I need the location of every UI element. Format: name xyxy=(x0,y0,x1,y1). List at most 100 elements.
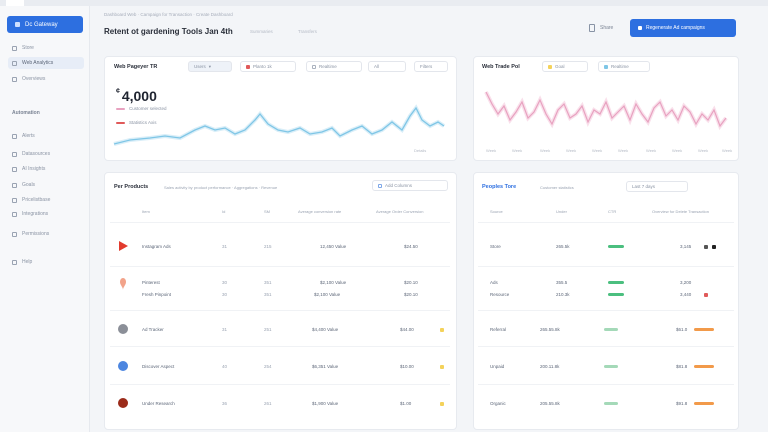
research-icon xyxy=(118,398,128,408)
sidebar-item-web-analytics[interactable]: Web Analytics xyxy=(8,57,84,69)
column-header[interactable]: Overview for Delete Transaction xyxy=(652,209,709,214)
sidebar-item-pricelist[interactable]: Pricelistbase xyxy=(8,194,84,206)
source-under: 205.55.8k xyxy=(540,401,560,406)
ctr-bar xyxy=(604,328,618,331)
refresh-icon xyxy=(638,26,642,30)
sidebar-item-label: Goals xyxy=(22,182,36,188)
circle-icon xyxy=(312,64,316,69)
ctr-bar xyxy=(604,402,618,405)
source-under: 210.3k xyxy=(556,292,570,297)
source-value: 3,200 xyxy=(680,280,692,285)
product-order: $1.00 xyxy=(400,401,412,406)
chip-label: Realtime xyxy=(319,64,337,69)
column-header[interactable]: SM xyxy=(264,209,270,214)
row-divider xyxy=(110,310,450,311)
chip-label: Add Columns xyxy=(385,183,413,188)
column-header[interactable]: Source xyxy=(490,209,503,214)
database-icon xyxy=(12,151,17,157)
trade-line-glow xyxy=(484,91,728,131)
sidebar-item-goals[interactable]: Goals xyxy=(8,179,84,191)
column-header[interactable]: Average conversion rate xyxy=(298,209,341,214)
window-tab-strip xyxy=(0,0,768,6)
plug-icon xyxy=(12,211,17,217)
discover-icon xyxy=(118,361,128,371)
x-tick: Week xyxy=(566,148,577,153)
ctr-bar xyxy=(608,245,624,248)
product-avg: $2,100 Value xyxy=(320,280,347,285)
breadcrumb[interactable]: Dashboard Web · Campaign for Transaction… xyxy=(104,12,233,17)
header-subnav-item[interactable]: Transfers xyxy=(298,29,317,34)
source-value: 3,440 xyxy=(680,292,692,297)
filter-chip-realtime[interactable]: Realtime xyxy=(306,61,362,72)
sidebar-item-ai-insights[interactable]: AI Insights xyxy=(8,163,84,175)
trade-chart-title: Web Trade Pol xyxy=(482,64,520,70)
trade-line-chart xyxy=(484,91,728,131)
source-value: $61.0 xyxy=(676,327,688,332)
regenerate-button[interactable]: Regenerate Ad campaigns xyxy=(630,19,736,37)
regenerate-button-label: Regenerate Ad campaigns xyxy=(646,25,705,31)
column-header[interactable]: Average Order Conversion xyxy=(376,209,424,214)
column-header[interactable]: Item xyxy=(142,209,150,214)
date-range-chip[interactable]: Last 7 days xyxy=(626,181,688,192)
product-order: $10.00 xyxy=(400,364,414,369)
filter-chip-filters[interactable]: Filters xyxy=(414,61,448,72)
workspace-button[interactable]: Dc Gateway xyxy=(7,16,83,33)
more-icon[interactable] xyxy=(704,245,708,249)
share-icon[interactable] xyxy=(589,24,595,32)
sidebar-item-overviews[interactable]: Overviews xyxy=(8,73,84,85)
products-table-subtitle: Sales activity by product performance · … xyxy=(164,185,278,190)
row-divider xyxy=(110,384,450,385)
x-tick: Week xyxy=(486,148,497,153)
store-icon xyxy=(12,45,17,51)
status-badge xyxy=(440,328,444,332)
workspace-icon xyxy=(15,22,20,27)
more-icon[interactable] xyxy=(712,245,716,249)
sidebar-item-alerts[interactable]: Alerts xyxy=(8,130,84,142)
filter-chip-all[interactable]: All xyxy=(368,61,406,72)
filter-chip-goal[interactable]: Goal xyxy=(542,61,588,72)
traffic-chart-title: Web Pageyer TR xyxy=(114,64,158,70)
trade-line-series xyxy=(485,91,727,128)
sidebar-item-help[interactable]: Help xyxy=(8,256,84,268)
page-title: Retent ot gardening Tools Jan 4th xyxy=(104,27,233,36)
source-subname: Resource xyxy=(490,292,510,297)
ctr-bar xyxy=(608,281,624,284)
column-header[interactable]: Id xyxy=(222,209,225,214)
product-subname: Fresh Pinpoint xyxy=(142,292,172,297)
chart-footer-label: Details xyxy=(414,148,427,153)
target-icon xyxy=(12,182,17,188)
share-link[interactable]: Share xyxy=(600,25,613,31)
filter-chip-realtime-right[interactable]: Realtime xyxy=(598,61,650,72)
sidebar-item-permissions[interactable]: Permissions xyxy=(8,228,84,240)
sidebar-item-datasources[interactable]: Datasources xyxy=(8,148,84,160)
sidebar-item-integrations[interactable]: Integrations xyxy=(8,208,84,220)
product-id: 31 xyxy=(222,244,228,249)
chip-label: Filters xyxy=(420,64,433,69)
column-header[interactable]: CTR xyxy=(608,209,616,214)
status-badge xyxy=(440,402,444,406)
source-under: 355.5 xyxy=(556,280,568,285)
product-id: 31 xyxy=(222,327,228,332)
chip-label: Last 7 days xyxy=(632,184,656,189)
x-tick: Week xyxy=(646,148,657,153)
source-name: Ads xyxy=(490,280,498,285)
sidebar-item-store[interactable]: Store xyxy=(8,42,84,54)
traffic-line-glow xyxy=(113,104,446,146)
row-divider xyxy=(478,346,734,347)
goal-swatch-icon xyxy=(548,64,552,69)
x-tick: Week xyxy=(722,148,733,153)
x-tick: Week xyxy=(618,148,629,153)
plan-swatch-icon xyxy=(246,64,250,69)
chart-icon xyxy=(12,60,17,66)
column-header[interactable]: Under xyxy=(556,209,567,214)
header-divider xyxy=(110,222,450,223)
source-value: $91.8 xyxy=(676,401,688,406)
header-subnav-item[interactable]: Summaries xyxy=(250,29,273,34)
filter-chip-plan[interactable]: Planto 1k xyxy=(240,61,296,72)
product-sm: 254 xyxy=(264,364,272,369)
filter-chip-users[interactable]: Users ▾ xyxy=(188,61,232,72)
add-columns-button[interactable]: Add Columns xyxy=(372,180,448,191)
products-table-title: Per Products xyxy=(114,184,149,190)
product-sm: 351 xyxy=(264,292,272,297)
chip-label: All xyxy=(374,64,380,69)
